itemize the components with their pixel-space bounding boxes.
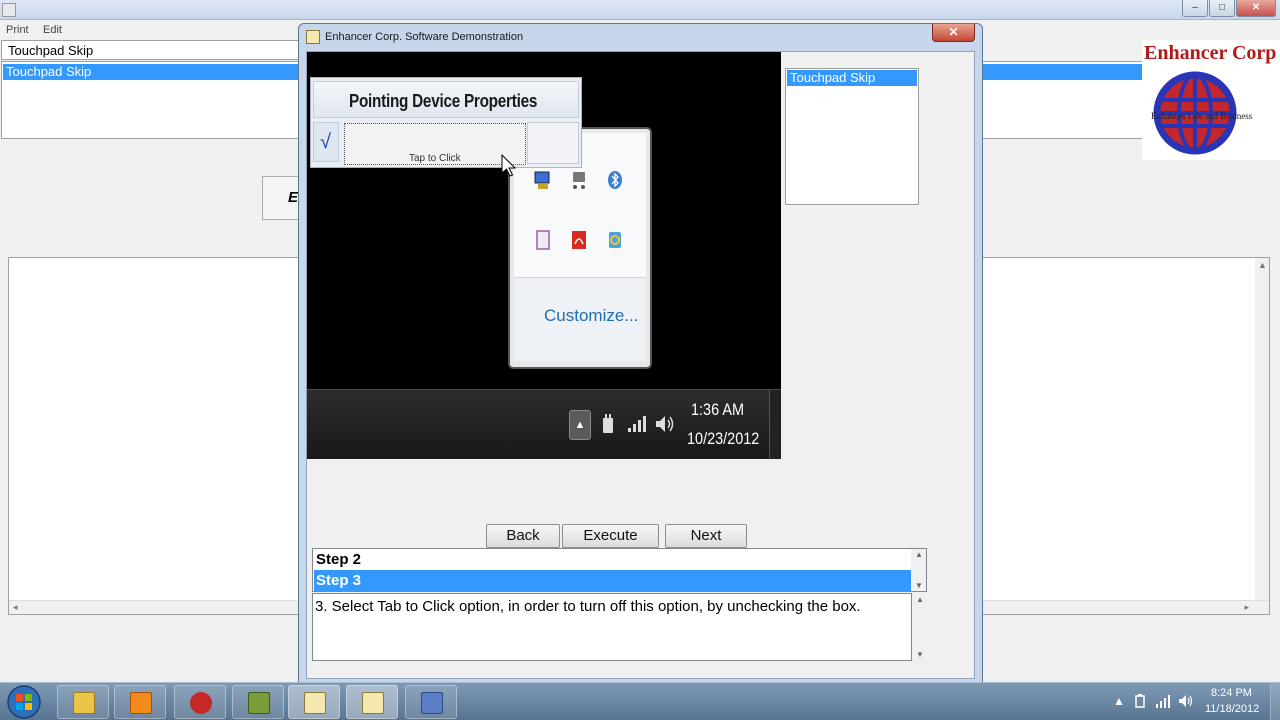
screenshot-clock-time: 1:36 AM bbox=[691, 400, 745, 419]
tap-to-click-option: Tap to Click bbox=[344, 123, 526, 165]
logo-tagline: Enhances Life and Business bbox=[1151, 111, 1253, 121]
dialog-app-icon bbox=[306, 30, 320, 44]
screenshot-taskbar: ▲ 1:36 AM 10/23/2012 bbox=[307, 389, 781, 459]
show-hidden-icons-icon: ▲ bbox=[569, 410, 591, 440]
scroll-down-icon[interactable]: ▼ bbox=[915, 581, 923, 590]
media-player-icon bbox=[130, 692, 152, 714]
taskbar-explorer-button[interactable] bbox=[57, 685, 109, 719]
demo-macro-list[interactable]: Touchpad Skip bbox=[785, 68, 919, 205]
screenshot-clock-date: 10/23/2012 bbox=[687, 429, 760, 448]
dialog-client-area: Customize... Pointing Device Properties … bbox=[306, 51, 975, 679]
taskbar-clock-time[interactable]: 8:24 PM bbox=[1211, 687, 1252, 699]
back-button[interactable]: Back bbox=[486, 524, 560, 548]
start-button-icon[interactable] bbox=[4, 684, 44, 720]
step-list-scrollbar[interactable]: ▲ ▼ bbox=[911, 549, 926, 591]
pdf-icon bbox=[572, 231, 586, 249]
execute-button[interactable]: Execute bbox=[562, 524, 659, 548]
demo-dialog: Enhancer Corp. Software Demonstration ✕ bbox=[298, 23, 983, 685]
battery-plug-icon bbox=[603, 414, 613, 433]
pointing-device-properties-menu: Pointing Device Properties √ Tap to Clic… bbox=[310, 77, 582, 168]
volume-icon[interactable] bbox=[1178, 693, 1194, 709]
volume-icon bbox=[656, 416, 674, 432]
taskbar-video-button[interactable] bbox=[405, 685, 457, 719]
tap-to-click-label: Tap to Click bbox=[409, 153, 461, 164]
power-icon[interactable] bbox=[1134, 693, 1146, 709]
scroll-up-icon[interactable]: ▲ bbox=[916, 595, 924, 604]
check-mark-icon: √ bbox=[320, 131, 331, 153]
logo-title: Enhancer Corp bbox=[1144, 42, 1277, 64]
scroll-down-icon[interactable]: ▼ bbox=[916, 650, 924, 659]
enhancer-icon bbox=[304, 692, 326, 714]
windows-taskbar: ▲ 8:24 PM 11/18/2012 bbox=[0, 682, 1280, 720]
film-icon bbox=[421, 692, 443, 714]
show-hidden-icons-icon[interactable]: ▲ bbox=[1113, 694, 1125, 708]
mouse-cursor-icon bbox=[501, 154, 517, 177]
show-desktop-button[interactable] bbox=[1270, 683, 1280, 720]
background-app-titlebar: – □ ✕ bbox=[0, 0, 1280, 20]
window-controls: – □ ✕ bbox=[1181, 0, 1276, 17]
menu-side-panel bbox=[527, 122, 579, 164]
step-description[interactable]: 3. Select Tab to Click option, in order … bbox=[312, 593, 912, 661]
bluetooth-icon bbox=[608, 171, 622, 189]
description-scrollbar[interactable]: ▲ ▼ bbox=[912, 593, 927, 661]
screenshot-show-desktop bbox=[769, 390, 781, 459]
vertical-scrollbar[interactable]: ▲ bbox=[1255, 258, 1269, 614]
document-icon bbox=[536, 230, 550, 250]
maximize-button[interactable]: □ bbox=[1209, 0, 1235, 17]
update-icon bbox=[609, 232, 621, 248]
next-button[interactable]: Next bbox=[665, 524, 747, 548]
folder-icon bbox=[73, 692, 95, 714]
customize-area: Customize... bbox=[514, 277, 646, 361]
app-red-icon bbox=[190, 692, 212, 714]
minimize-button[interactable]: – bbox=[1182, 0, 1208, 17]
device-icon bbox=[573, 172, 585, 189]
taskbar-enhancer-demo-button[interactable] bbox=[346, 685, 398, 719]
pointing-device-title: Pointing Device Properties bbox=[349, 91, 538, 111]
network-computer-icon bbox=[534, 171, 550, 189]
taskbar-enhancer-button[interactable] bbox=[288, 685, 340, 719]
signal-strength-icon bbox=[628, 416, 646, 432]
app-icon bbox=[2, 3, 16, 17]
taskbar-media-player-button[interactable] bbox=[114, 685, 166, 719]
step-list[interactable]: Step 2 Step 3 ▲ ▼ bbox=[312, 548, 927, 592]
taskbar-clock-date[interactable]: 11/18/2012 bbox=[1205, 703, 1259, 715]
taskbar-app-button[interactable] bbox=[232, 685, 284, 719]
pointing-device-header: Pointing Device Properties bbox=[313, 81, 579, 118]
close-button[interactable]: ✕ bbox=[1236, 0, 1276, 17]
dialog-titlebar[interactable]: Enhancer Corp. Software Demonstration ✕ bbox=[299, 24, 982, 51]
app-green-icon bbox=[248, 692, 270, 714]
customize-link: Customize... bbox=[544, 306, 639, 325]
step-item-selected[interactable]: Step 3 bbox=[314, 570, 911, 591]
dialog-title: Enhancer Corp. Software Demonstration bbox=[325, 31, 524, 43]
signal-strength-icon[interactable] bbox=[1155, 693, 1171, 709]
scroll-up-icon[interactable]: ▲ bbox=[915, 550, 923, 559]
menu-print[interactable]: Print bbox=[6, 24, 29, 36]
menu-edit[interactable]: Edit bbox=[43, 24, 62, 36]
step-item[interactable]: Step 2 bbox=[314, 549, 911, 570]
background-button[interactable]: E bbox=[262, 176, 302, 220]
dialog-close-button[interactable]: ✕ bbox=[932, 24, 975, 42]
enhancer-corp-logo: Enhancer Corp Enhances Life and Business bbox=[1142, 40, 1280, 160]
taskbar-app-button[interactable] bbox=[174, 685, 226, 719]
macro-list-item-selected[interactable]: Touchpad Skip bbox=[787, 70, 917, 86]
step-screenshot: Customize... Pointing Device Properties … bbox=[307, 52, 781, 459]
enhancer-icon bbox=[362, 692, 384, 714]
tap-to-click-check-cell: √ bbox=[313, 122, 339, 162]
macro-name-field[interactable]: Touchpad Skip bbox=[1, 40, 301, 60]
